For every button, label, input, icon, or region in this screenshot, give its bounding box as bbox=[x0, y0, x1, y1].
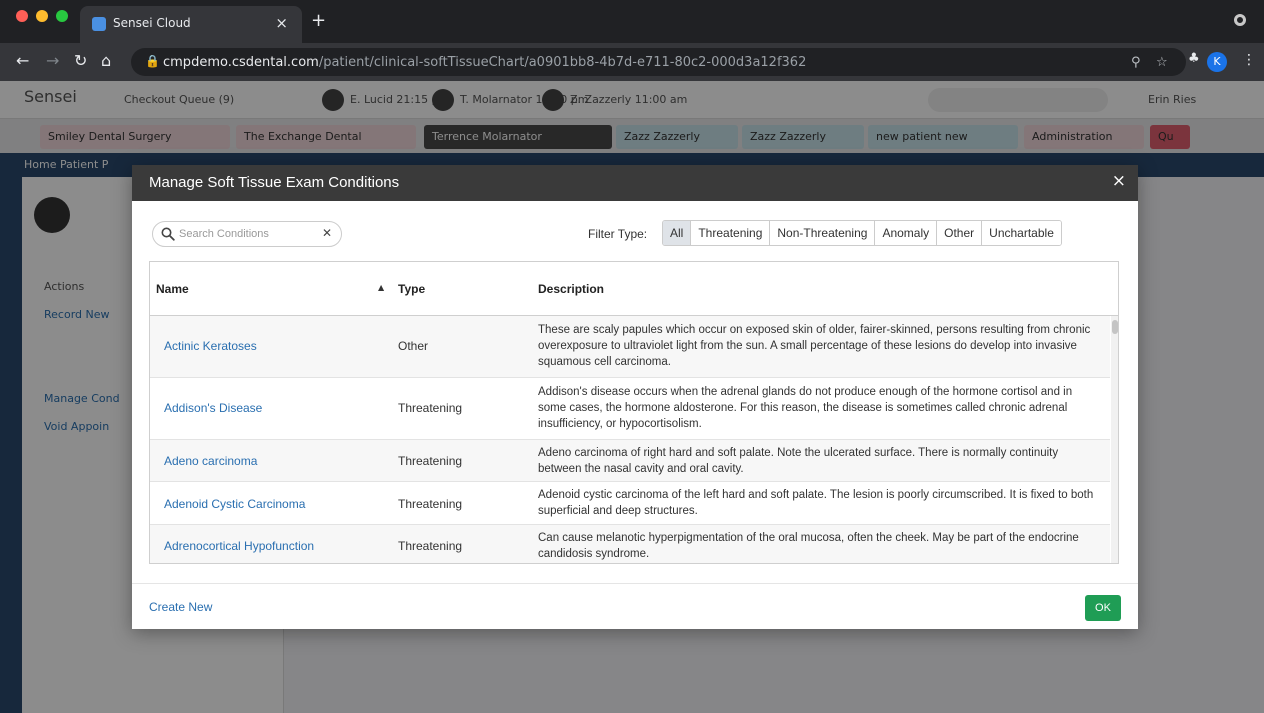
browser-tabstrip: Sensei Cloud × + bbox=[0, 0, 1264, 43]
condition-description: Adeno carcinoma of right hard and soft p… bbox=[538, 447, 1059, 475]
browser-extension-icon[interactable] bbox=[1234, 14, 1246, 26]
condition-name-link[interactable]: Adenoid Cystic Carcinoma bbox=[164, 497, 305, 511]
browser-toolbar: ← → ↻ ⌂ 🔒 cmpdemo.csdental.com/patient/c… bbox=[0, 43, 1264, 81]
filter-other-button[interactable]: Other bbox=[937, 221, 983, 245]
condition-type: Threatening bbox=[398, 401, 463, 415]
column-header-description[interactable]: Description bbox=[538, 282, 604, 296]
bookmark-star-icon[interactable]: ☆ bbox=[1156, 55, 1168, 70]
url-text: cmpdemo.csdental.com/patient/clinical-so… bbox=[163, 55, 807, 70]
window-maximize-icon[interactable] bbox=[56, 10, 68, 22]
search-icon bbox=[161, 227, 175, 241]
condition-type: Threatening bbox=[398, 497, 463, 511]
extensions-puzzle-icon[interactable]: ♣ bbox=[1188, 51, 1200, 66]
filter-type-label: Filter Type: bbox=[588, 227, 648, 241]
modal-title: Manage Soft Tissue Exam Conditions bbox=[149, 174, 400, 191]
table-row[interactable]: Adrenocortical Hypofunction Threatening … bbox=[150, 525, 1110, 563]
column-header-name[interactable]: Name bbox=[156, 282, 189, 296]
create-new-link[interactable]: Create New bbox=[149, 600, 212, 614]
filter-anomaly-button[interactable]: Anomaly bbox=[875, 221, 938, 245]
table-row[interactable]: Actinic Keratoses Other These are scaly … bbox=[150, 316, 1110, 378]
manage-conditions-modal: Manage Soft Tissue Exam Conditions × ✕ F… bbox=[132, 165, 1138, 629]
window-minimize-icon[interactable] bbox=[36, 10, 48, 22]
table-row[interactable]: Adenoid Cystic Carcinoma Threatening Ade… bbox=[150, 482, 1110, 525]
ok-button[interactable]: OK bbox=[1085, 595, 1121, 621]
reload-icon[interactable]: ↻ bbox=[74, 51, 87, 70]
table-scrollbar[interactable] bbox=[1111, 316, 1118, 563]
profile-avatar[interactable]: K bbox=[1207, 52, 1227, 72]
clear-search-icon[interactable]: ✕ bbox=[322, 226, 332, 240]
filter-unchartable-button[interactable]: Unchartable bbox=[982, 221, 1061, 245]
scrollbar-thumb[interactable] bbox=[1112, 320, 1118, 334]
address-bar[interactable]: 🔒 cmpdemo.csdental.com/patient/clinical-… bbox=[131, 48, 1186, 76]
table-header: Name ▲ Type Description bbox=[150, 262, 1118, 316]
condition-description: These are scaly papules which occur on e… bbox=[538, 324, 1091, 368]
modal-footer: Create New OK bbox=[132, 583, 1138, 629]
new-tab-button[interactable]: + bbox=[311, 10, 326, 31]
condition-type: Other bbox=[398, 339, 429, 353]
column-header-type[interactable]: Type bbox=[398, 282, 425, 296]
sort-ascending-icon[interactable]: ▲ bbox=[378, 283, 384, 292]
condition-name-link[interactable]: Adrenocortical Hypofunction bbox=[164, 539, 314, 553]
search-input[interactable] bbox=[179, 225, 319, 243]
close-icon[interactable]: × bbox=[1112, 171, 1126, 191]
forward-arrow-icon[interactable]: → bbox=[46, 51, 59, 70]
condition-description: Addison's disease occurs when the adrena… bbox=[538, 386, 1073, 430]
modal-header: Manage Soft Tissue Exam Conditions × bbox=[132, 165, 1138, 201]
condition-type: Threatening bbox=[398, 454, 463, 468]
home-icon[interactable]: ⌂ bbox=[101, 51, 111, 70]
back-arrow-icon[interactable]: ← bbox=[16, 51, 29, 70]
filter-type-group: All Threatening Non-Threatening Anomaly … bbox=[662, 220, 1062, 246]
table-row[interactable]: Adeno carcinoma Threatening Adeno carcin… bbox=[150, 440, 1110, 482]
tab-close-icon[interactable]: × bbox=[275, 14, 288, 32]
filter-threatening-button[interactable]: Threatening bbox=[691, 221, 771, 245]
condition-name-link[interactable]: Actinic Keratoses bbox=[164, 339, 257, 353]
condition-name-link[interactable]: Addison's Disease bbox=[164, 401, 262, 415]
browser-tab[interactable]: Sensei Cloud × bbox=[80, 6, 302, 43]
condition-type: Threatening bbox=[398, 539, 463, 553]
window-close-icon[interactable] bbox=[16, 10, 28, 22]
browser-tab-title: Sensei Cloud bbox=[113, 16, 191, 30]
favicon-icon bbox=[92, 17, 106, 31]
conditions-table: Name ▲ Type Description Actinic Keratose… bbox=[149, 261, 1119, 564]
filter-non-threatening-button[interactable]: Non-Threatening bbox=[770, 221, 876, 245]
table-body: Actinic Keratoses Other These are scaly … bbox=[150, 316, 1110, 563]
filter-all-button[interactable]: All bbox=[663, 221, 692, 245]
lock-icon: 🔒 bbox=[145, 54, 160, 68]
table-row[interactable]: Addison's Disease Threatening Addison's … bbox=[150, 378, 1110, 440]
condition-description: Can cause melanotic hyperpigmentation of… bbox=[538, 532, 1079, 560]
condition-name-link[interactable]: Adeno carcinoma bbox=[164, 454, 257, 468]
key-icon[interactable]: ⚲ bbox=[1131, 55, 1141, 70]
condition-description: Adenoid cystic carcinoma of the left har… bbox=[538, 489, 1094, 517]
search-box: ✕ bbox=[152, 221, 342, 247]
browser-menu-icon[interactable]: ⋮ bbox=[1242, 52, 1256, 68]
